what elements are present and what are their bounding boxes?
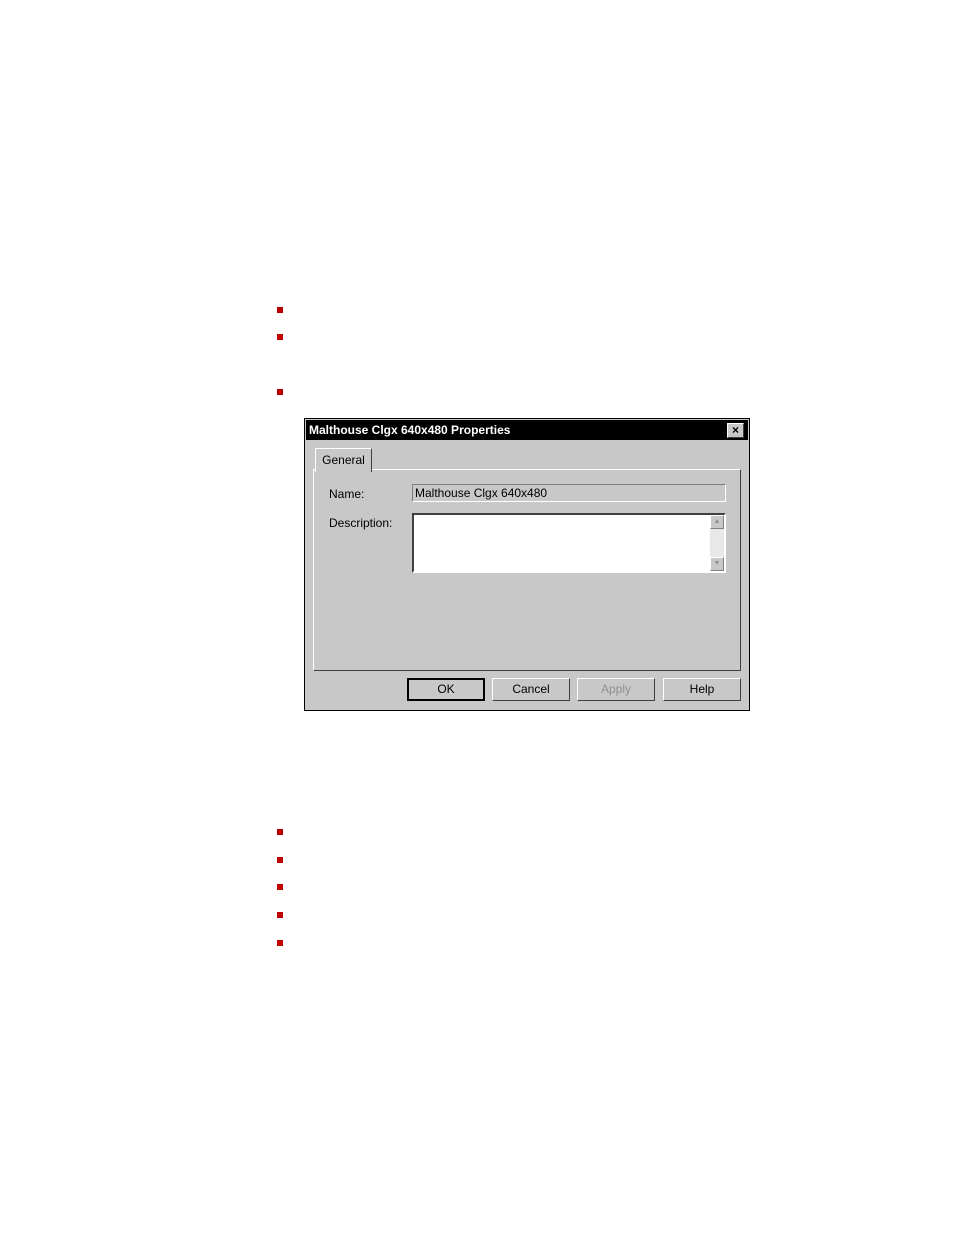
bullet-marker xyxy=(277,389,283,395)
dialog-title: Malthouse Clgx 640x480 Properties xyxy=(309,423,511,437)
cancel-button[interactable]: Cancel xyxy=(492,678,570,701)
description-label: Description: xyxy=(329,516,393,530)
bullet-marker xyxy=(277,334,283,340)
scroll-up-icon: ▲ xyxy=(713,518,721,525)
bullet-marker xyxy=(277,884,283,890)
scroll-up-button[interactable]: ▲ xyxy=(710,515,724,529)
scroll-down-button[interactable]: ▼ xyxy=(710,557,724,571)
description-scrollbar[interactable]: ▲ ▼ xyxy=(710,515,724,571)
bullet-marker xyxy=(277,940,283,946)
bullet-marker xyxy=(277,912,283,918)
name-field[interactable]: Malthouse Clgx 640x480 xyxy=(412,484,726,502)
dialog-titlebar[interactable]: Malthouse Clgx 640x480 Properties × xyxy=(306,420,748,440)
bullet-marker xyxy=(277,857,283,863)
close-icon: × xyxy=(731,423,739,437)
bullet-marker xyxy=(277,829,283,835)
description-field[interactable]: ▲ ▼ xyxy=(412,513,726,573)
tab-general[interactable]: General xyxy=(315,448,372,472)
name-label: Name: xyxy=(329,487,365,501)
help-button[interactable]: Help xyxy=(663,678,741,701)
apply-button[interactable]: Apply xyxy=(577,678,655,701)
ok-button[interactable]: OK xyxy=(407,678,485,701)
scroll-down-icon: ▼ xyxy=(713,560,721,567)
properties-dialog: Malthouse Clgx 640x480 Properties × Gene… xyxy=(304,418,750,711)
bullet-marker xyxy=(277,307,283,313)
close-button[interactable]: × xyxy=(727,423,744,438)
